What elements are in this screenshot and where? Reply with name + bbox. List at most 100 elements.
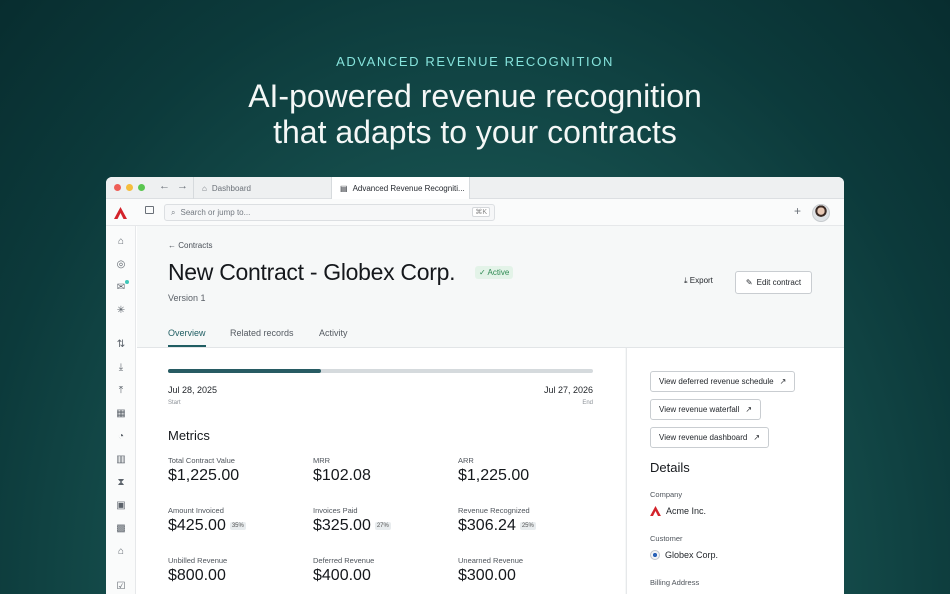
view-revenue-dashboard-button[interactable]: View revenue dashboard ↗ — [650, 427, 770, 448]
metric-value: $306.24 25% — [458, 517, 536, 535]
maximize-window-button[interactable] — [138, 184, 145, 191]
tab-label: Advanced Revenue Recogniti... — [352, 183, 465, 193]
app-window: ← → ⌂ Dashboard ▤ Advanced Revenue Recog… — [106, 177, 844, 594]
breadcrumb[interactable]: ← Contracts — [168, 241, 212, 250]
view-deferred-revenue-schedule-button[interactable]: View deferred revenue schedule ↗ — [650, 371, 796, 392]
hero-title-line-1: AI-powered revenue recognition — [248, 78, 702, 114]
metric-amount: $306.24 — [458, 517, 516, 534]
page-tabs: Overview Related records Activity — [137, 326, 844, 348]
sidebar: ⌂ ◎ ✉ ✳ ⇅ ⤓ ⤒ ▦ ◔ ▥ ⧗ ▣ ▩ ⌂ ☑ — [106, 226, 136, 594]
right-panel: View deferred revenue schedule ↗ View re… — [626, 348, 844, 594]
metric-amount: $1,225.00 — [458, 467, 530, 484]
calendar-check-icon[interactable]: ▩ — [115, 523, 127, 535]
home-icon[interactable]: ⌂ — [115, 236, 127, 248]
keyboard-shortcut: ⌘K — [472, 207, 490, 217]
metric-label: Invoices Paid — [313, 506, 358, 515]
metric-amount: $325.00 — [313, 517, 371, 534]
metric-label: Unearned Revenue — [458, 556, 524, 565]
search-input[interactable]: ⌕ Search or jump to... ⌘K — [164, 204, 495, 221]
percent-badge: 27% — [374, 521, 391, 530]
sidebar-toggle-icon[interactable] — [145, 206, 154, 214]
tab-related-records[interactable]: Related records — [230, 328, 294, 338]
download-icon[interactable]: ⤓ — [115, 362, 127, 374]
content-area: ← Contracts New Contract - Globex Corp. … — [137, 226, 844, 594]
hero-title: AI-powered revenue recognition that adap… — [0, 78, 950, 150]
metric-amount: $800.00 — [168, 567, 226, 584]
download-icon: ⤓ — [684, 276, 688, 285]
progress-fill — [168, 369, 321, 373]
metric-amount: $1,225.00 — [168, 467, 240, 484]
metric-label: Unbilled Revenue — [168, 556, 228, 565]
building-icon[interactable]: ▥ — [115, 454, 127, 466]
edit-contract-button[interactable]: ✎ Edit contract — [735, 271, 812, 294]
plus-icon[interactable]: + — [794, 204, 801, 218]
upload-icon[interactable]: ⤒ — [115, 385, 127, 397]
tab-activity[interactable]: Activity — [319, 328, 348, 338]
acme-logo-icon — [650, 506, 661, 516]
tab-dashboard[interactable]: ⌂ Dashboard — [193, 177, 331, 199]
metric-amount: $300.00 — [458, 567, 516, 584]
version-label: Version 1 — [168, 293, 206, 303]
revenue-icon[interactable]: ◎ — [115, 259, 127, 271]
tab-advanced-revenue[interactable]: ▤ Advanced Revenue Recogniti... — [331, 177, 470, 199]
end-date: Jul 27, 2026 — [543, 385, 593, 395]
link-label: View revenue waterfall — [659, 405, 740, 414]
link-label: View deferred revenue schedule — [659, 377, 774, 386]
view-revenue-waterfall-button[interactable]: View revenue waterfall ↗ — [650, 399, 762, 420]
status-label: Active — [487, 268, 510, 277]
customer-value[interactable]: Globex Corp. — [650, 550, 718, 560]
company-name: Acme Inc. — [666, 506, 707, 516]
overview-panel: Jul 28, 2025 Start Jul 27, 2026 End Metr… — [137, 348, 625, 594]
breadcrumb-label: Contracts — [178, 241, 213, 250]
check-circle-icon: ✓ — [479, 268, 486, 277]
tab-label: Dashboard — [211, 183, 251, 193]
close-window-button[interactable] — [114, 184, 121, 191]
sparkle-icon[interactable]: ✳ — [115, 305, 127, 317]
title-bar: ← → ⌂ Dashboard ▤ Advanced Revenue Recog… — [106, 177, 844, 199]
percent-badge: 35% — [229, 521, 246, 530]
minimize-window-button[interactable] — [126, 184, 133, 191]
metric-label: Revenue Recognized — [458, 506, 530, 515]
app-logo[interactable] — [114, 207, 127, 219]
forward-arrow-icon[interactable]: → — [177, 180, 188, 192]
search-placeholder: Search or jump to... — [180, 208, 251, 217]
metric-value: $400.00 — [313, 567, 371, 585]
billing-address-label: Billing Address — [650, 578, 700, 587]
avatar[interactable] — [812, 204, 830, 222]
metric-value: $425.00 35% — [168, 517, 246, 535]
metric-value: $1,225.00 — [458, 467, 529, 485]
bank-icon[interactable]: ⌂ — [115, 546, 127, 558]
customer-name: Globex Corp. — [665, 550, 719, 560]
start-date: Jul 28, 2025 — [168, 385, 218, 395]
back-arrow-icon[interactable]: ← — [159, 180, 170, 192]
edit-label: Edit contract — [756, 278, 802, 287]
globe-icon — [650, 550, 660, 560]
pie-chart-icon[interactable]: ◔ — [115, 431, 127, 443]
metric-value: $1,225.00 — [168, 467, 239, 485]
company-value[interactable]: Acme Inc. — [650, 506, 706, 516]
external-link-icon: ↗ — [745, 405, 753, 414]
metrics-title: Metrics — [168, 428, 210, 443]
export-button[interactable]: ⤓ Export — [684, 276, 713, 286]
back-arrow-icon: ← — [168, 241, 176, 250]
company-label: Company — [650, 490, 683, 499]
checklist-icon[interactable]: ☑ — [115, 581, 127, 593]
metric-value: $325.00 27% — [313, 517, 391, 535]
external-link-icon: ↗ — [753, 433, 761, 442]
grid-icon[interactable]: ▦ — [115, 408, 127, 420]
metric-label: Deferred Revenue — [313, 556, 375, 565]
hero-eyebrow: ADVANCED REVENUE RECOGNITION — [336, 54, 614, 69]
metric-value: $800.00 — [168, 567, 226, 585]
customer-label: Customer — [650, 534, 683, 543]
contract-progress-bar — [168, 369, 593, 373]
metric-label: ARR — [458, 456, 474, 465]
tab-overview[interactable]: Overview — [168, 328, 206, 347]
calendar-icon[interactable]: ▣ — [115, 500, 127, 512]
notification-dot — [125, 280, 129, 284]
hourglass-icon[interactable]: ⧗ — [115, 477, 127, 489]
metric-label: Total Contract Value — [168, 456, 235, 465]
search-icon: ⌕ — [171, 207, 176, 217]
home-icon: ⌂ — [202, 183, 207, 193]
transfer-icon[interactable]: ⇅ — [115, 339, 127, 351]
page-title: New Contract - Globex Corp. — [168, 259, 456, 285]
